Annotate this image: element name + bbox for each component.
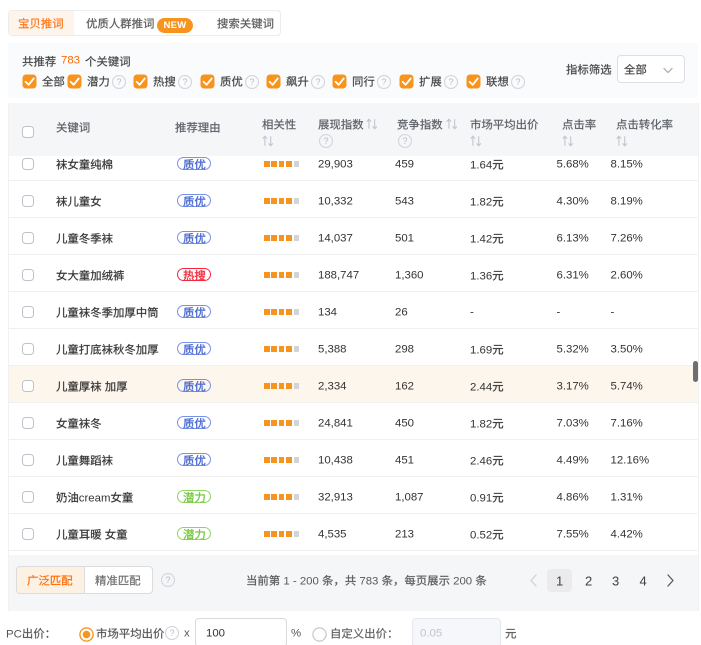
svg-text:783: 783 — [359, 575, 378, 587]
svg-text:0.52: 0.52 — [470, 530, 492, 542]
svg-text:?: ? — [182, 77, 187, 87]
svg-text:1.82: 1.82 — [470, 197, 492, 209]
svg-text:1.36: 1.36 — [470, 271, 492, 283]
svg-text:1 - 200: 1 - 200 — [283, 575, 318, 587]
svg-text:?: ? — [381, 77, 386, 87]
svg-text:?: ? — [402, 136, 407, 146]
svg-text:?: ? — [448, 77, 453, 87]
svg-text:1.82: 1.82 — [470, 419, 492, 431]
svg-text:cream: cream — [79, 493, 111, 505]
svg-text:?: ? — [249, 77, 254, 87]
svg-text:?: ? — [116, 77, 121, 87]
svg-text:?: ? — [323, 136, 328, 146]
svg-text:PC: PC — [6, 629, 22, 641]
svg-text:?: ? — [165, 575, 170, 585]
svg-text:2.44: 2.44 — [470, 382, 492, 394]
svg-text:1.69: 1.69 — [470, 345, 492, 357]
svg-text:1.64: 1.64 — [470, 160, 492, 172]
svg-text:1.42: 1.42 — [470, 234, 492, 246]
svg-text:2.46: 2.46 — [470, 456, 492, 468]
svg-text:0.91: 0.91 — [470, 493, 492, 505]
svg-text:?: ? — [515, 77, 520, 87]
svg-text:200: 200 — [453, 575, 472, 587]
svg-text:?: ? — [315, 77, 320, 87]
svg-text:?: ? — [169, 628, 174, 638]
